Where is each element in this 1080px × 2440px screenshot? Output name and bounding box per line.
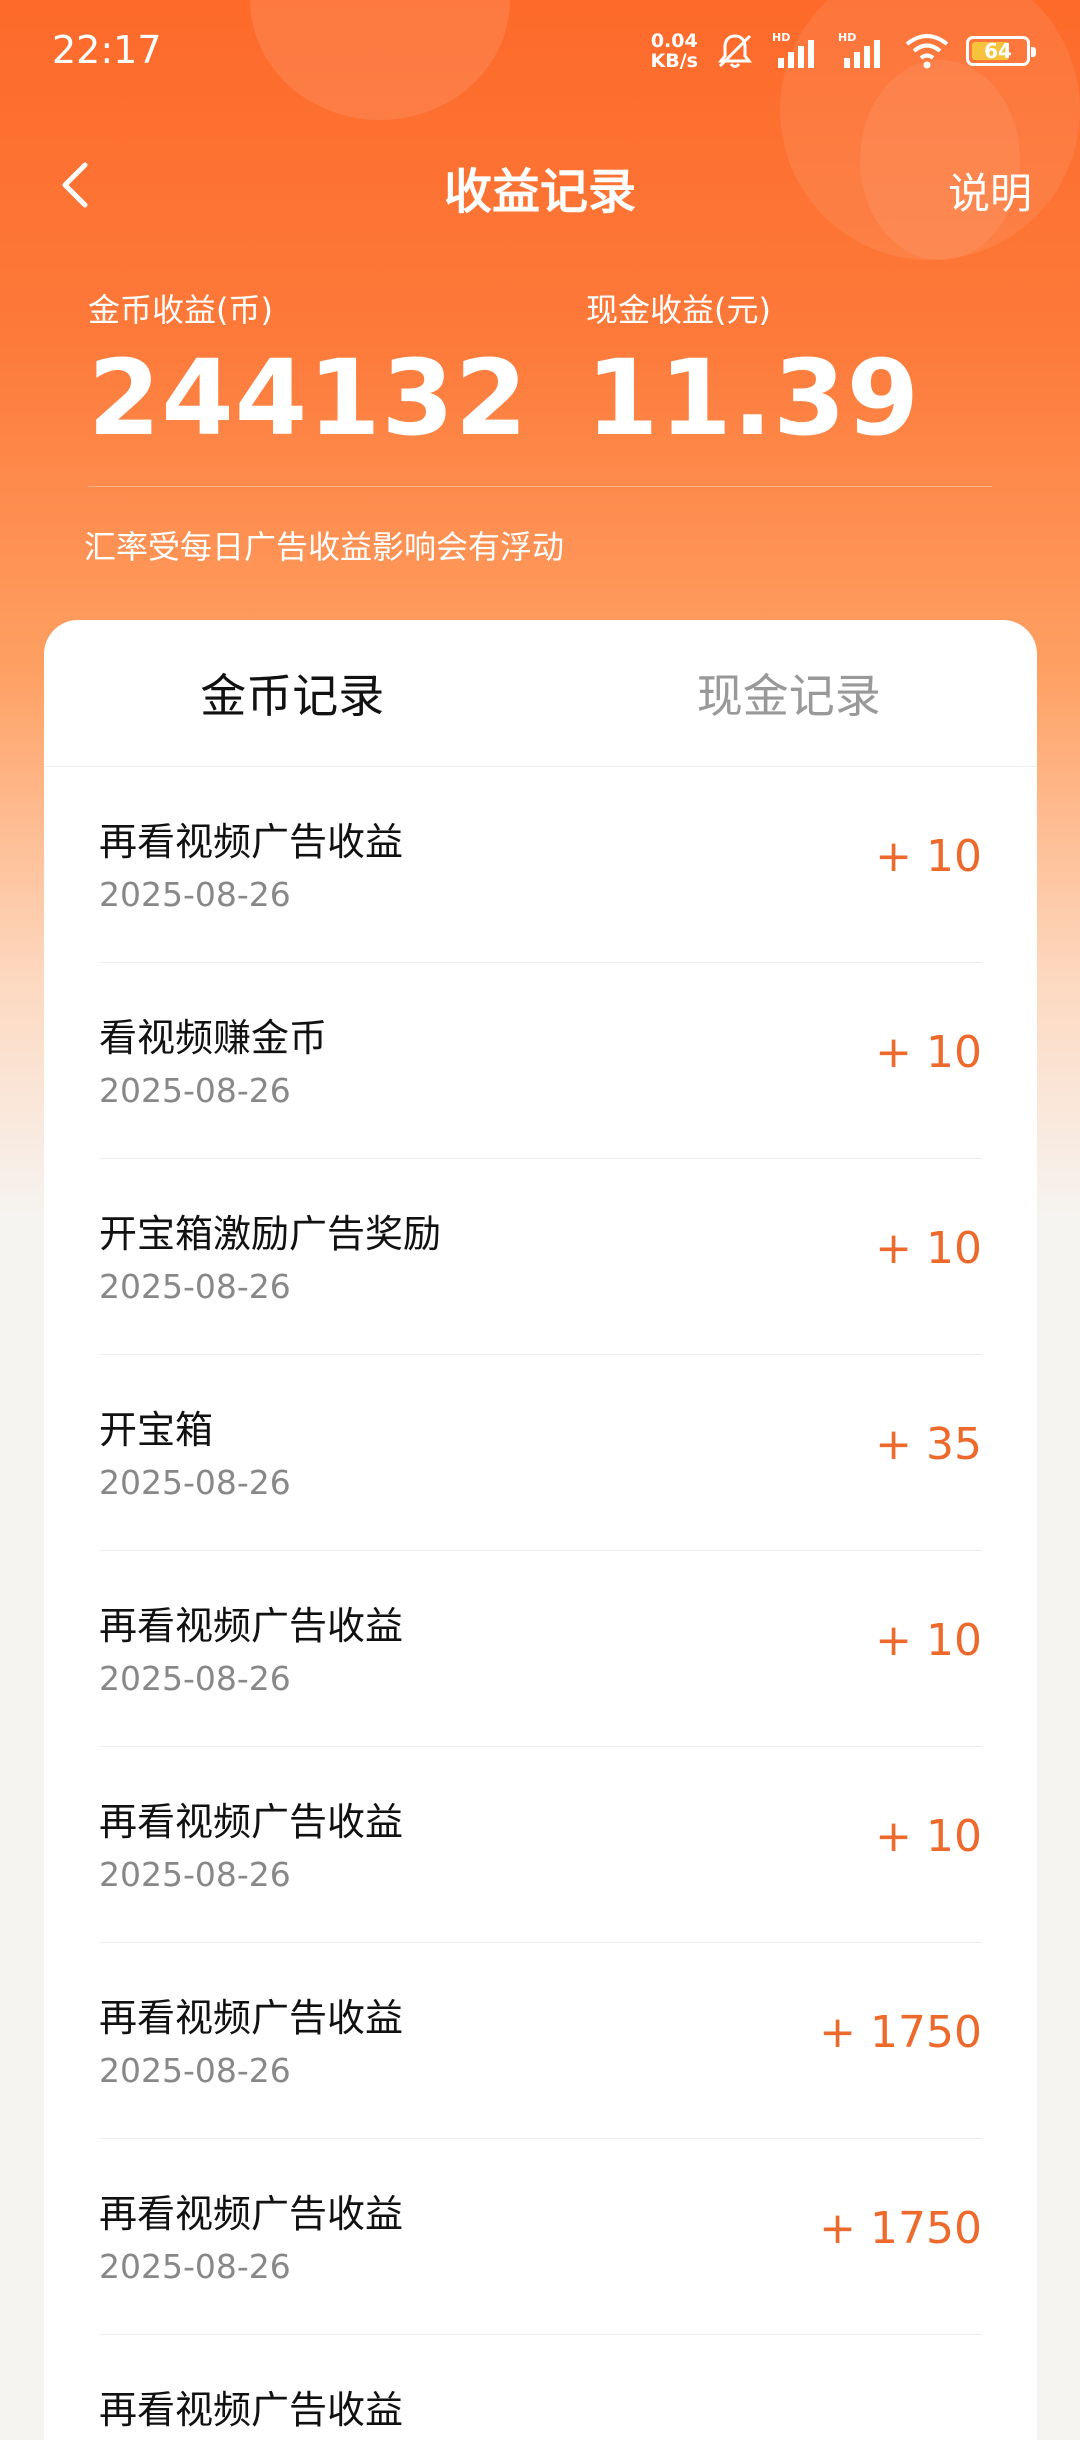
record-date: 2025-08-26 bbox=[99, 1267, 291, 1306]
record-amount: + 10 bbox=[875, 1223, 982, 1274]
cash-earnings-label: 现金收益(元) bbox=[586, 291, 771, 329]
status-icons: 0.04 KB/s HD HD 64 bbox=[651, 26, 1036, 76]
record-date: 2025-08-26 bbox=[99, 2051, 291, 2090]
exchange-rate-note: 汇率受每日广告收益影响会有浮动 bbox=[84, 528, 565, 566]
record-title: 开宝箱 bbox=[99, 1408, 214, 1452]
record-date: 2025-08-26 bbox=[99, 1463, 291, 1502]
coin-earnings-value: 244132 bbox=[88, 337, 529, 459]
battery-level: 64 bbox=[984, 39, 1012, 63]
record-title: 再看视频广告收益 bbox=[99, 2192, 404, 2236]
mute-bell-icon bbox=[717, 34, 753, 68]
summary-divider bbox=[88, 486, 992, 487]
record-amount: + 10 bbox=[875, 1027, 982, 1078]
record-date: 2025-08-26 bbox=[99, 875, 291, 914]
signal-hd-icon: HD bbox=[838, 31, 880, 68]
list-item[interactable]: 再看视频广告收益 2025-08-26 + 1750 bbox=[99, 2139, 982, 2335]
nav-bar: 收益记录 说明 bbox=[0, 130, 1080, 240]
battery-icon: 64 bbox=[966, 36, 1036, 66]
coin-earnings-label: 金币收益(币) bbox=[88, 291, 273, 329]
cash-earnings: 现金收益(元) 11.39 bbox=[586, 285, 920, 453]
list-item[interactable]: 开宝箱激励广告奖励 2025-08-26 + 10 bbox=[99, 1159, 982, 1355]
record-title: 再看视频广告收益 bbox=[99, 2388, 404, 2432]
record-title: 再看视频广告收益 bbox=[99, 820, 404, 864]
list-item[interactable]: 再看视频广告收益 2025-08-26 + 10 bbox=[99, 1551, 982, 1747]
svg-text:HD: HD bbox=[772, 31, 790, 44]
record-amount: + 1750 bbox=[819, 2203, 982, 2254]
record-amount: + 10 bbox=[875, 1615, 982, 1666]
tab-coin-records[interactable]: 金币记录 bbox=[44, 620, 541, 766]
svg-text:HD: HD bbox=[838, 31, 856, 44]
coin-earnings: 金币收益(币) 244132 bbox=[88, 285, 528, 453]
record-amount: + 35 bbox=[875, 1419, 982, 1470]
status-time: 22:17 bbox=[52, 28, 162, 72]
list-item[interactable]: 再看视频广告收益 2025-08-26 + 10 bbox=[99, 767, 982, 963]
record-title: 再看视频广告收益 bbox=[99, 1800, 404, 1844]
record-date: 2025-08-26 bbox=[99, 1071, 291, 1110]
signal-hd-icon: HD bbox=[772, 31, 814, 68]
network-speed: 0.04 KB/s bbox=[651, 31, 698, 71]
record-title: 再看视频广告收益 bbox=[99, 1604, 404, 1648]
record-title: 再看视频广告收益 bbox=[99, 1996, 404, 2040]
record-date: 2025-08-26 bbox=[99, 2247, 291, 2286]
wifi-icon bbox=[905, 34, 949, 69]
record-tabs: 金币记录 现金记录 bbox=[44, 620, 1037, 767]
network-speed-value: 0.04 bbox=[650, 30, 698, 52]
record-title: 看视频赚金币 bbox=[99, 1016, 328, 1060]
record-date: 2025-08-26 bbox=[99, 1659, 291, 1698]
list-item[interactable]: 再看视频广告收益 bbox=[99, 2335, 982, 2440]
record-title: 开宝箱激励广告奖励 bbox=[99, 1212, 442, 1256]
network-speed-unit: KB/s bbox=[650, 50, 698, 72]
list-item[interactable]: 开宝箱 2025-08-26 + 35 bbox=[99, 1355, 982, 1551]
record-list: 再看视频广告收益 2025-08-26 + 10 看视频赚金币 2025-08-… bbox=[44, 767, 1037, 2440]
list-item[interactable]: 再看视频广告收益 2025-08-26 + 10 bbox=[99, 1747, 982, 1943]
status-bar: 22:17 0.04 KB/s HD HD 64 bbox=[0, 0, 1080, 100]
list-item[interactable]: 再看视频广告收益 2025-08-26 + 1750 bbox=[99, 1943, 982, 2139]
explain-button[interactable]: 说明 bbox=[948, 160, 1032, 221]
records-card: 金币记录 现金记录 再看视频广告收益 2025-08-26 + 10 看视频赚金… bbox=[44, 620, 1037, 2440]
record-amount: + 10 bbox=[875, 1811, 982, 1862]
page-title: 收益记录 bbox=[443, 164, 636, 220]
record-amount: + 1750 bbox=[819, 2007, 982, 2058]
tab-cash-records[interactable]: 现金记录 bbox=[541, 620, 1038, 766]
record-date: 2025-08-26 bbox=[99, 1855, 291, 1894]
record-amount: + 10 bbox=[875, 831, 982, 882]
cash-earnings-value: 11.39 bbox=[586, 337, 920, 459]
list-item[interactable]: 看视频赚金币 2025-08-26 + 10 bbox=[99, 963, 982, 1159]
